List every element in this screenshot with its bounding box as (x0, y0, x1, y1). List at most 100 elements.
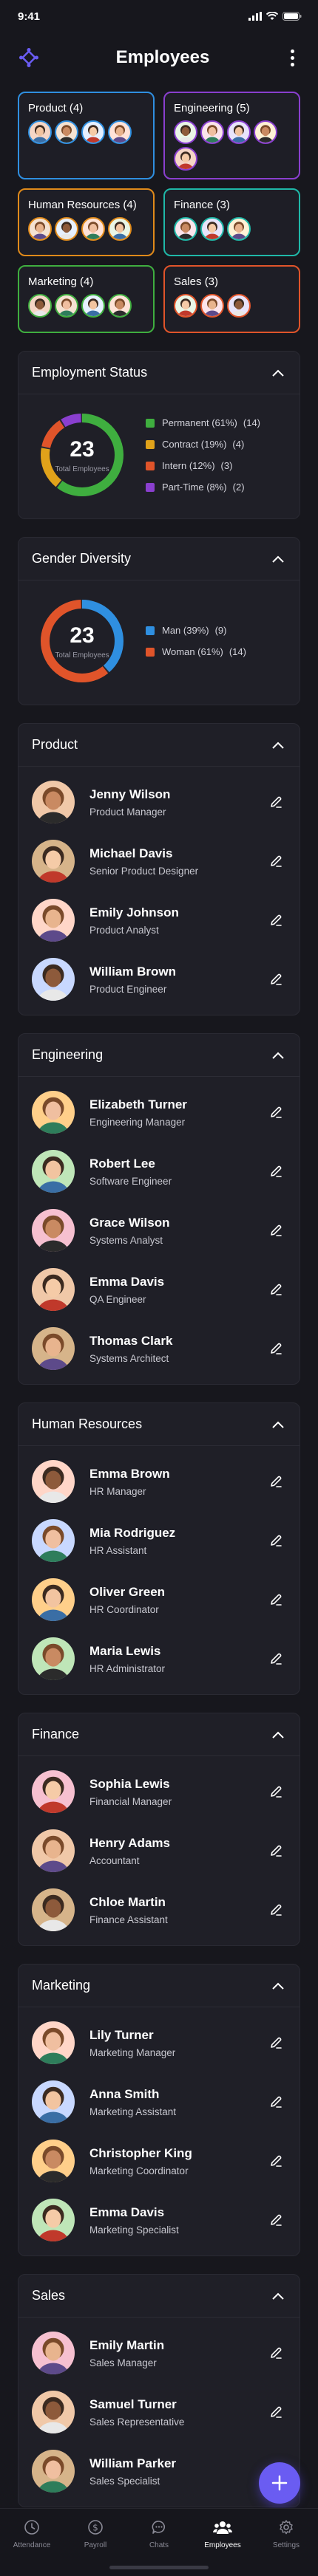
chevron-up-icon[interactable] (270, 737, 286, 753)
section-sales: Sales Emily Martin Sales Manager Samuel Tur… (18, 2274, 300, 2507)
employee-row[interactable]: Christopher King Marketing Coordinator (18, 2131, 300, 2190)
nav-item-attendance[interactable]: Attendance (2, 2518, 61, 2576)
employee-row[interactable]: Maria Lewis HR Administrator (18, 1629, 300, 1688)
employee-row[interactable]: Jenny Wilson Product Manager (18, 773, 300, 832)
avatar (32, 2332, 75, 2374)
section-title: Human Resources (32, 1417, 143, 1431)
edit-icon[interactable] (265, 1338, 286, 1359)
logo-icon[interactable] (16, 45, 41, 70)
edit-icon[interactable] (265, 1279, 286, 1300)
chevron-up-icon[interactable] (270, 1047, 286, 1063)
employee-name: Jenny Wilson (89, 787, 171, 801)
department-avatars (174, 120, 291, 171)
employee-row[interactable]: Elizabeth Turner Engineering Manager (18, 1083, 300, 1142)
employee-row[interactable]: Chloe Martin Finance Assistant (18, 1880, 300, 1939)
edit-icon[interactable] (265, 792, 286, 812)
employee-list: Lily Turner Marketing Manager Anna Smith Ma… (18, 2007, 300, 2255)
edit-icon[interactable] (265, 1781, 286, 1802)
section-human-resources: Human Resources Emma Brown HR Manager Mia R… (18, 1402, 300, 1695)
avatar (174, 294, 197, 318)
department-avatars (28, 294, 146, 318)
chevron-up-icon[interactable] (270, 1978, 286, 1994)
employee-name: Christopher King (89, 2145, 192, 2160)
edit-icon[interactable] (265, 1471, 286, 1492)
edit-icon[interactable] (265, 1648, 286, 1669)
employee-name: Grace Wilson (89, 1215, 170, 1230)
edit-icon[interactable] (265, 2151, 286, 2171)
section-header[interactable]: Employment Status (18, 352, 300, 394)
section-header[interactable]: Gender Diversity (18, 538, 300, 580)
edit-icon[interactable] (265, 2402, 286, 2422)
edit-icon[interactable] (265, 910, 286, 931)
employee-row[interactable]: Emma Davis Marketing Specialist (18, 2190, 300, 2250)
employee-row[interactable]: Sophia Lewis Financial Manager (18, 1762, 300, 1821)
edit-icon[interactable] (265, 2032, 286, 2053)
avatar (28, 120, 52, 144)
chevron-up-icon[interactable] (270, 365, 286, 381)
employee-row[interactable]: Michael Davis Senior Product Designer (18, 832, 300, 891)
employee-row[interactable]: Samuel Turner Sales Representative (18, 2383, 300, 2442)
department-card[interactable]: Engineering (5) (163, 92, 300, 179)
department-card[interactable]: Sales (3) (163, 265, 300, 333)
edit-icon[interactable] (265, 2210, 286, 2230)
avatar (108, 294, 132, 318)
employee-row[interactable]: Oliver Green HR Coordinator (18, 1570, 300, 1629)
edit-icon[interactable] (265, 1530, 286, 1551)
avatar (32, 1519, 75, 1562)
edit-icon[interactable] (265, 969, 286, 990)
employee-row[interactable]: Emily Martin Sales Manager (18, 2323, 300, 2383)
edit-icon[interactable] (265, 1102, 286, 1123)
department-card[interactable]: Marketing (4) (18, 265, 155, 333)
legend-count: (3) (220, 460, 233, 471)
nav-item-settings[interactable]: Settings (257, 2518, 316, 2576)
employee-row[interactable]: Mia Rodriguez HR Assistant (18, 1511, 300, 1570)
avatar (81, 217, 105, 241)
employee-list: Emma Brown HR Manager Mia Rodriguez HR Assi… (18, 1446, 300, 1694)
employee-row[interactable]: Henry Adams Accountant (18, 1821, 300, 1880)
employee-row[interactable]: Lily Turner Marketing Manager (18, 2013, 300, 2072)
section-header[interactable]: Finance (18, 1713, 300, 1756)
department-card[interactable]: Human Resources (4) (18, 188, 155, 256)
employee-row[interactable]: Emma Davis QA Engineer (18, 1260, 300, 1319)
employee-role: QA Engineer (89, 1293, 146, 1305)
chat-icon (149, 2518, 169, 2537)
edit-icon[interactable] (265, 851, 286, 871)
employee-row[interactable]: Emma Brown HR Manager (18, 1452, 300, 1511)
more-options-icon[interactable] (284, 49, 302, 66)
chevron-up-icon[interactable] (270, 1417, 286, 1433)
department-card[interactable]: Product (4) (18, 92, 155, 179)
signal-icon (248, 12, 262, 21)
department-card[interactable]: Finance (3) (163, 188, 300, 256)
chevron-up-icon[interactable] (270, 551, 286, 567)
section-marketing: Marketing Lily Turner Marketing Manager Ann… (18, 1964, 300, 2256)
employee-row[interactable]: Anna Smith Marketing Assistant (18, 2072, 300, 2131)
clock-icon (22, 2518, 41, 2537)
section-header[interactable]: Human Resources (18, 1403, 300, 1446)
avatar (28, 294, 52, 318)
chevron-up-icon[interactable] (270, 2288, 286, 2304)
edit-icon[interactable] (265, 2092, 286, 2112)
avatar (55, 294, 78, 318)
employee-role: Senior Product Designer (89, 865, 199, 877)
employee-row[interactable]: Thomas Clark Systems Architect (18, 1319, 300, 1378)
employee-row[interactable]: Robert Lee Software Engineer (18, 1142, 300, 1201)
edit-icon[interactable] (265, 1900, 286, 1920)
edit-icon[interactable] (265, 1161, 286, 1182)
chevron-up-icon[interactable] (270, 1727, 286, 1743)
section-header[interactable]: Sales (18, 2275, 300, 2318)
section-header[interactable]: Marketing (18, 1964, 300, 2007)
edit-icon[interactable] (265, 1220, 286, 1241)
legend-swatch (146, 439, 155, 449)
employee-row[interactable]: William Brown Product Engineer (18, 950, 300, 1009)
edit-icon[interactable] (265, 1589, 286, 1610)
employee-row[interactable]: William Parker Sales Specialist (18, 2442, 300, 2501)
edit-icon[interactable] (265, 2343, 286, 2363)
section-header[interactable]: Product (18, 724, 300, 767)
section-engineering: Engineering Elizabeth Turner Engineering M… (18, 1033, 300, 1385)
edit-icon[interactable] (265, 1840, 286, 1861)
section-header[interactable]: Engineering (18, 1034, 300, 1077)
employee-row[interactable]: Grace Wilson Systems Analyst (18, 1201, 300, 1260)
add-employee-button[interactable] (259, 2462, 300, 2504)
employee-row[interactable]: Emily Johnson Product Analyst (18, 891, 300, 950)
home-indicator (109, 2566, 209, 2569)
